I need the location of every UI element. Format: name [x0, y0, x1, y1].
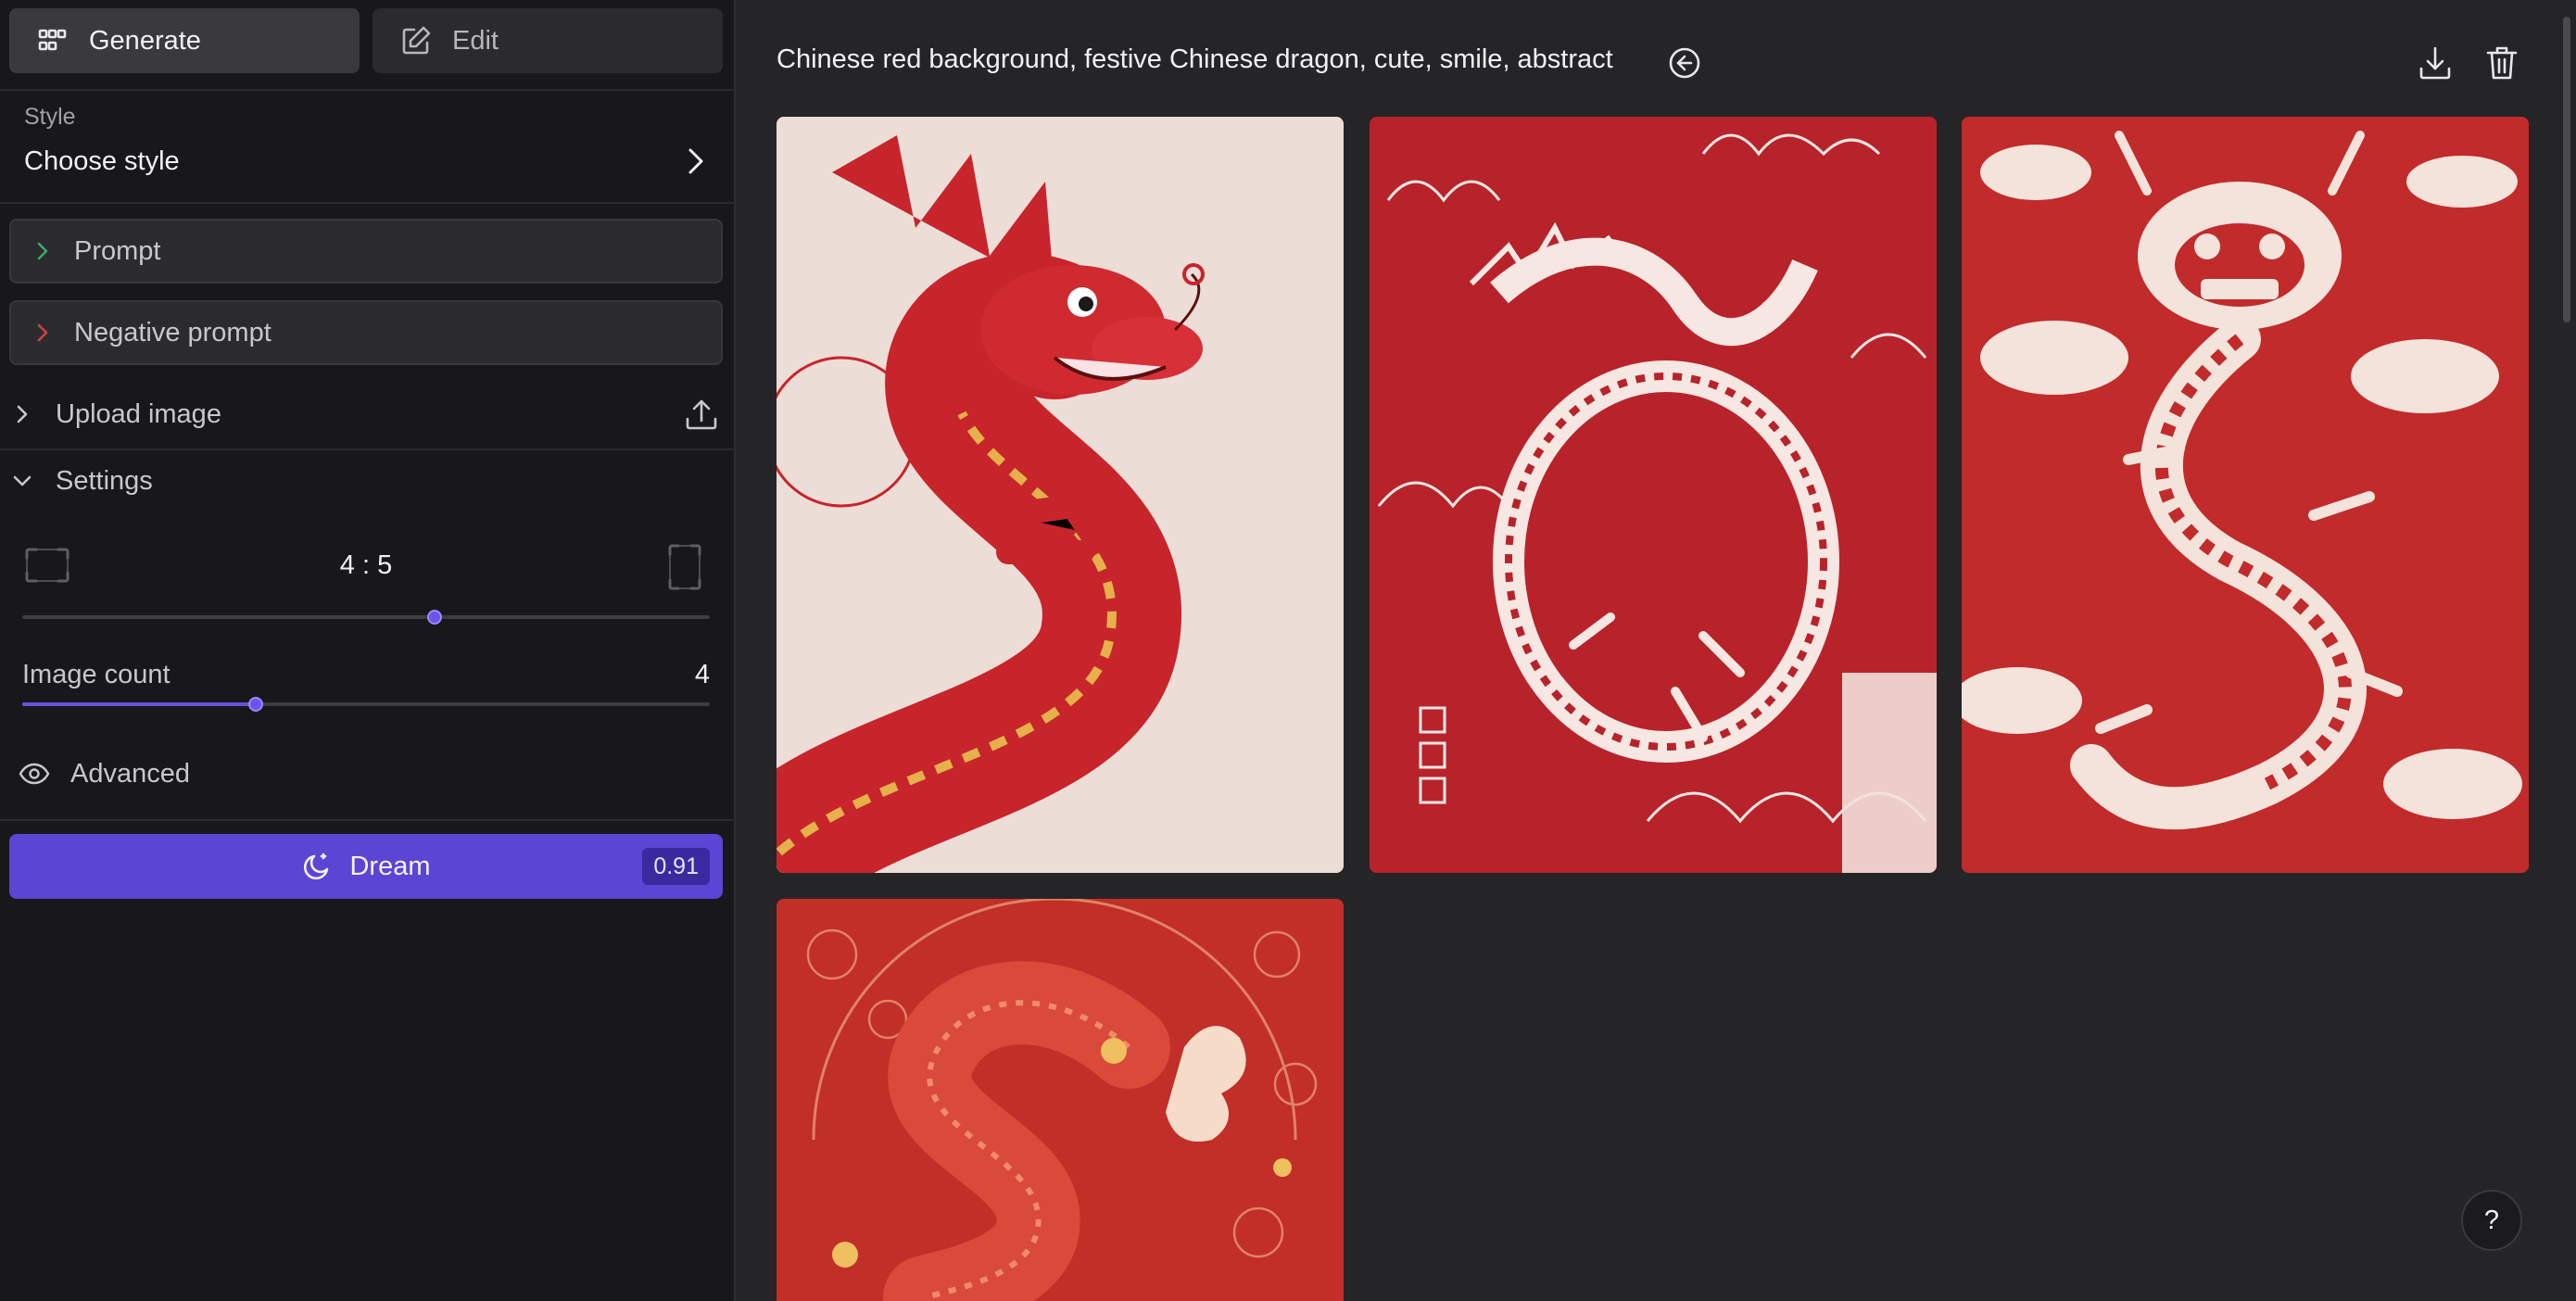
negative-prompt-label: Negative prompt: [74, 317, 271, 347]
prompt-section-toggle[interactable]: Prompt: [9, 219, 723, 284]
prompt-title: Chinese red background, festive Chinese …: [777, 44, 1613, 74]
page-scrollbar[interactable]: [2563, 17, 2570, 322]
chevron-right-icon: [11, 403, 33, 425]
generated-image-4[interactable]: [777, 899, 1344, 1301]
aspect-ratio-value: 4 : 5: [339, 550, 393, 580]
edit-mode-button[interactable]: Edit: [373, 8, 723, 73]
portrait-frame-icon[interactable]: [667, 543, 702, 591]
image-count-slider-fill: [22, 702, 257, 706]
style-label: Style: [24, 104, 76, 130]
help-button[interactable]: ?: [2461, 1190, 2522, 1251]
style-value: Choose style: [24, 146, 180, 176]
divider: [0, 819, 734, 821]
chevron-right-icon: [32, 240, 54, 262]
style-selector[interactable]: Style Choose style: [0, 91, 734, 202]
aspect-ratio-slider[interactable]: [22, 610, 710, 625]
moon-icon: [301, 851, 333, 882]
generated-image-3[interactable]: [1962, 117, 2529, 873]
grid-icon: [37, 25, 69, 57]
upload-image-label: Upload image: [56, 398, 221, 429]
landscape-frame-icon[interactable]: [24, 547, 70, 584]
advanced-label: Advanced: [70, 758, 190, 789]
settings-label: Settings: [56, 465, 153, 496]
credit-cost-badge: 0.91: [642, 848, 710, 885]
dragon-image-2-art: [1370, 117, 1937, 873]
edit-mode-label: Edit: [452, 25, 499, 56]
image-count-value: 4: [694, 660, 710, 689]
upload-icon[interactable]: [684, 397, 719, 432]
sidebar: Generate Edit Style Choose style Prompt …: [0, 0, 736, 1301]
chevron-down-icon: [11, 470, 33, 492]
image-count-slider[interactable]: [22, 697, 710, 712]
generated-image-2[interactable]: [1370, 117, 1937, 873]
advanced-toggle[interactable]: Advanced: [0, 741, 734, 806]
generate-mode-button[interactable]: Generate: [9, 8, 360, 73]
dream-label: Dream: [349, 851, 431, 881]
download-icon[interactable]: [2417, 44, 2454, 82]
prompt-label: Prompt: [74, 235, 161, 266]
divider: [0, 202, 734, 204]
chevron-right-icon: [32, 322, 54, 344]
trash-icon[interactable]: [2485, 44, 2519, 82]
dragon-image-4-art: [777, 899, 1344, 1301]
settings-section-toggle[interactable]: Settings: [0, 448, 734, 513]
generated-image-1[interactable]: [777, 117, 1344, 873]
eye-icon: [19, 763, 50, 785]
dragon-image-1-art: [777, 117, 1344, 873]
chevron-right-icon: [681, 145, 709, 178]
back-circle-icon[interactable]: [1668, 46, 1701, 80]
upload-image-toggle[interactable]: Upload image: [0, 382, 734, 447]
aspect-ratio-slider-handle[interactable]: [427, 610, 443, 625]
image-count-label: Image count: [22, 660, 170, 689]
dream-button[interactable]: Dream 0.91: [9, 834, 723, 899]
pencil-icon: [400, 25, 432, 57]
negative-prompt-section-toggle[interactable]: Negative prompt: [9, 300, 723, 365]
image-count-slider-handle[interactable]: [248, 697, 264, 712]
dragon-image-3-art: [1962, 117, 2529, 873]
generate-mode-label: Generate: [89, 25, 201, 56]
